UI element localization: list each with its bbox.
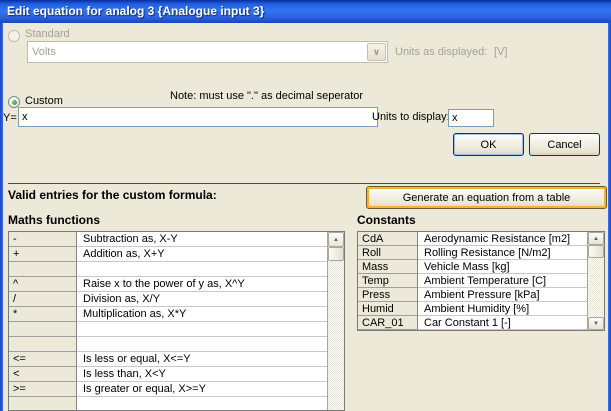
description-cell: Vehicle Mass [kg] [418,260,587,274]
maths-functions-title: Maths functions [8,213,100,227]
table-row[interactable]: *Multiplication as, X*Y [9,307,327,322]
symbol-cell [9,262,77,277]
constant-name-cell: Humid [358,302,418,316]
symbol-cell: <= [9,352,77,367]
constant-name-cell: Mass [358,260,418,274]
section-divider [8,183,600,184]
description-cell: Car Constant 1 [-] [418,316,587,330]
chevron-down-icon: ∨ [367,43,386,61]
table-row[interactable] [9,337,327,352]
units-as-displayed-label: Units as displayed: [395,46,487,58]
units-as-displayed-value: [V] [494,46,507,58]
constant-name-cell: Roll [358,246,418,260]
standard-units-dropdown: Volts ∨ [27,41,388,63]
window-title: Edit equation for analog 3 {Analogue inp… [7,4,264,18]
maths-functions-rows: -Subtraction as, X-Y +Addition as, X+Y ^… [9,232,327,410]
description-cell: Ambient Humidity [%] [418,302,587,316]
description-cell: Raise x to the power of y as, X^Y [77,277,327,292]
table-row[interactable]: RollRolling Resistance [N/m2] [358,246,587,260]
table-row[interactable]: HumidAmbient Humidity [%] [358,302,587,316]
constants-title: Constants [357,213,416,227]
table-row[interactable]: MassVehicle Mass [kg] [358,260,587,274]
title-bar: Edit equation for analog 3 {Analogue inp… [0,0,611,23]
units-to-display-label: Units to display: [372,111,450,123]
formula-input[interactable] [18,107,378,127]
table-row[interactable]: >=Is greater or equal, X>=Y [9,382,327,397]
table-row[interactable]: ^Raise x to the power of y as, X^Y [9,277,327,292]
edit-equation-dialog: Edit equation for analog 3 {Analogue inp… [0,0,611,411]
symbol-cell: + [9,247,77,262]
description-cell: Is less or equal, X<=Y [77,352,327,367]
scrollbar-thumb[interactable] [328,247,344,261]
description-cell: Ambient Temperature [C] [418,274,587,288]
symbol-cell [9,337,77,352]
constant-name-cell: Press [358,288,418,302]
scroll-up-icon[interactable]: ▲ [588,232,604,245]
constant-name-cell: CdA [358,232,418,246]
valid-entries-heading: Valid entries for the custom formula: [8,188,217,202]
description-cell [77,397,327,410]
constants-table: CdAAerodynamic Resistance [m2] RollRolli… [357,231,605,331]
table-row[interactable] [9,262,327,277]
table-row[interactable]: -Subtraction as, X-Y [9,232,327,247]
scroll-down-icon[interactable]: ▼ [588,317,604,330]
symbol-cell: ^ [9,277,77,292]
constants-rows: CdAAerodynamic Resistance [m2] RollRolli… [358,232,587,330]
description-cell: Is greater or equal, X>=Y [77,382,327,397]
description-cell [77,337,327,352]
ok-button[interactable]: OK [453,133,524,156]
constant-name-cell: CAR_01 [358,316,418,330]
decimal-separator-note: Note: must use "." as decimal seperator [170,90,363,102]
window-border-left [0,23,3,411]
table-row[interactable] [9,322,327,337]
description-cell: Multiplication as, X*Y [77,307,327,322]
description-cell: Rolling Resistance [N/m2] [418,246,587,260]
custom-radio-label: Custom [25,95,63,107]
generate-equation-button[interactable]: Generate an equation from a table [366,186,607,209]
cancel-button[interactable]: Cancel [529,133,600,156]
symbol-cell: - [9,232,77,247]
table-row[interactable] [9,397,327,410]
table-row[interactable]: <Is less than, X<Y [9,367,327,382]
symbol-cell: * [9,307,77,322]
dropdown-selected-value: Volts [32,46,56,58]
description-cell [77,262,327,277]
description-cell: Ambient Pressure [kPa] [418,288,587,302]
symbol-cell [9,397,77,410]
description-cell: Division as, X/Y [77,292,327,307]
table-row[interactable]: CdAAerodynamic Resistance [m2] [358,232,587,246]
standard-radio [8,30,20,42]
table-row[interactable]: /Division as, X/Y [9,292,327,307]
description-cell: Addition as, X+Y [77,247,327,262]
description-cell: Is less than, X<Y [77,367,327,382]
maths-functions-table: -Subtraction as, X-Y +Addition as, X+Y ^… [8,231,345,411]
description-cell: Aerodynamic Resistance [m2] [418,232,587,246]
table-row[interactable]: <=Is less or equal, X<=Y [9,352,327,367]
symbol-cell [9,322,77,337]
units-to-display-input[interactable] [448,109,494,127]
symbol-cell: >= [9,382,77,397]
table-row[interactable]: CAR_01Car Constant 1 [-] [358,316,587,330]
scroll-up-icon[interactable]: ▲ [328,232,344,247]
table-row[interactable]: PressAmbient Pressure [kPa] [358,288,587,302]
standard-radio-label: Standard [25,28,70,40]
constants-scrollbar[interactable]: ▲ ▼ [587,232,604,330]
constant-name-cell: Temp [358,274,418,288]
table-row[interactable]: +Addition as, X+Y [9,247,327,262]
symbol-cell: < [9,367,77,382]
table-row[interactable]: TempAmbient Temperature [C] [358,274,587,288]
description-cell: Subtraction as, X-Y [77,232,327,247]
radio-selected-dot [12,100,17,105]
symbol-cell: / [9,292,77,307]
y-equals-label: Y= [3,112,17,124]
description-cell [77,322,327,337]
maths-scrollbar[interactable]: ▲ [327,232,344,410]
scrollbar-thumb[interactable] [588,245,604,258]
